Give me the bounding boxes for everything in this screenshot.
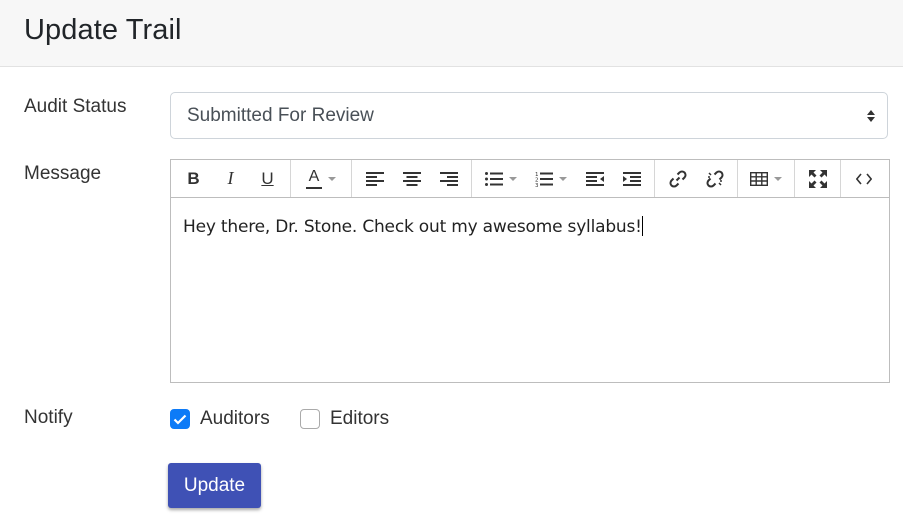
font-color-icon: A bbox=[306, 168, 322, 189]
page-title: Update Trail bbox=[24, 14, 182, 46]
notify-editors-label: Editors bbox=[330, 408, 390, 429]
underline-button[interactable]: U bbox=[249, 161, 286, 197]
notify-label: Notify bbox=[24, 407, 73, 428]
bold-button[interactable]: B bbox=[175, 161, 212, 197]
align-left-icon bbox=[365, 171, 384, 186]
chevron-down-icon bbox=[559, 176, 567, 181]
code-view-button[interactable] bbox=[845, 161, 882, 197]
notify-auditors-label: Auditors bbox=[200, 408, 270, 429]
align-center-button[interactable] bbox=[393, 161, 430, 197]
notify-editors-checkbox[interactable]: Editors bbox=[300, 408, 389, 430]
link-icon bbox=[668, 169, 687, 188]
numbered-list-icon: 123 bbox=[535, 172, 553, 187]
text-cursor bbox=[641, 216, 643, 236]
align-right-button[interactable] bbox=[430, 161, 467, 197]
table-icon bbox=[750, 171, 768, 186]
audit-status-value: Submitted For Review bbox=[187, 104, 374, 126]
fullscreen-button[interactable] bbox=[799, 161, 836, 197]
select-caret-icon bbox=[867, 109, 875, 122]
indent-icon bbox=[622, 171, 641, 186]
outdent-icon bbox=[585, 171, 604, 186]
indent-button[interactable] bbox=[613, 161, 650, 197]
fullscreen-icon bbox=[808, 169, 827, 188]
align-center-icon bbox=[402, 171, 421, 186]
bold-icon: B bbox=[187, 168, 200, 188]
unlink-button[interactable] bbox=[696, 161, 733, 197]
bullet-list-button[interactable] bbox=[476, 161, 526, 197]
message-editor: B I U A 1 2 3 Hey there, Dr. Stone. Chec… bbox=[170, 159, 890, 383]
chevron-down-icon bbox=[509, 176, 517, 181]
font-color-button[interactable]: A bbox=[295, 161, 347, 197]
chevron-down-icon bbox=[774, 176, 782, 181]
underline-icon: U bbox=[261, 168, 274, 188]
code-view-icon bbox=[855, 172, 872, 185]
page-header: Update Trail bbox=[0, 0, 903, 67]
audit-status-select[interactable]: Submitted For Review bbox=[170, 92, 888, 139]
checkbox-unchecked-icon[interactable] bbox=[300, 409, 320, 429]
chevron-down-icon bbox=[328, 176, 336, 181]
svg-text:3: 3 bbox=[535, 183, 539, 187]
message-label: Message bbox=[24, 163, 102, 184]
message-editor-content[interactable]: Hey there, Dr. Stone. Check out my aweso… bbox=[171, 198, 889, 382]
audit-status-label: Audit Status bbox=[24, 96, 127, 117]
numbered-list-button[interactable]: 123 bbox=[526, 161, 576, 197]
editor-toolbar: B I U A 1 2 3 bbox=[171, 160, 889, 198]
message-text: Hey there, Dr. Stone. Check out my aweso… bbox=[183, 217, 642, 237]
align-left-button[interactable] bbox=[356, 161, 393, 197]
bullet-list-icon bbox=[485, 171, 503, 186]
outdent-button[interactable] bbox=[576, 161, 613, 197]
notify-auditors-checkbox[interactable]: Auditors bbox=[170, 408, 270, 430]
align-right-icon bbox=[439, 171, 458, 186]
checkbox-checked-icon[interactable] bbox=[170, 409, 190, 429]
link-button[interactable] bbox=[659, 161, 696, 197]
italic-button[interactable]: I bbox=[212, 161, 249, 197]
unlink-icon bbox=[705, 169, 724, 188]
table-button[interactable] bbox=[742, 161, 790, 197]
italic-icon: I bbox=[227, 168, 234, 188]
update-button[interactable]: Update bbox=[168, 463, 261, 508]
